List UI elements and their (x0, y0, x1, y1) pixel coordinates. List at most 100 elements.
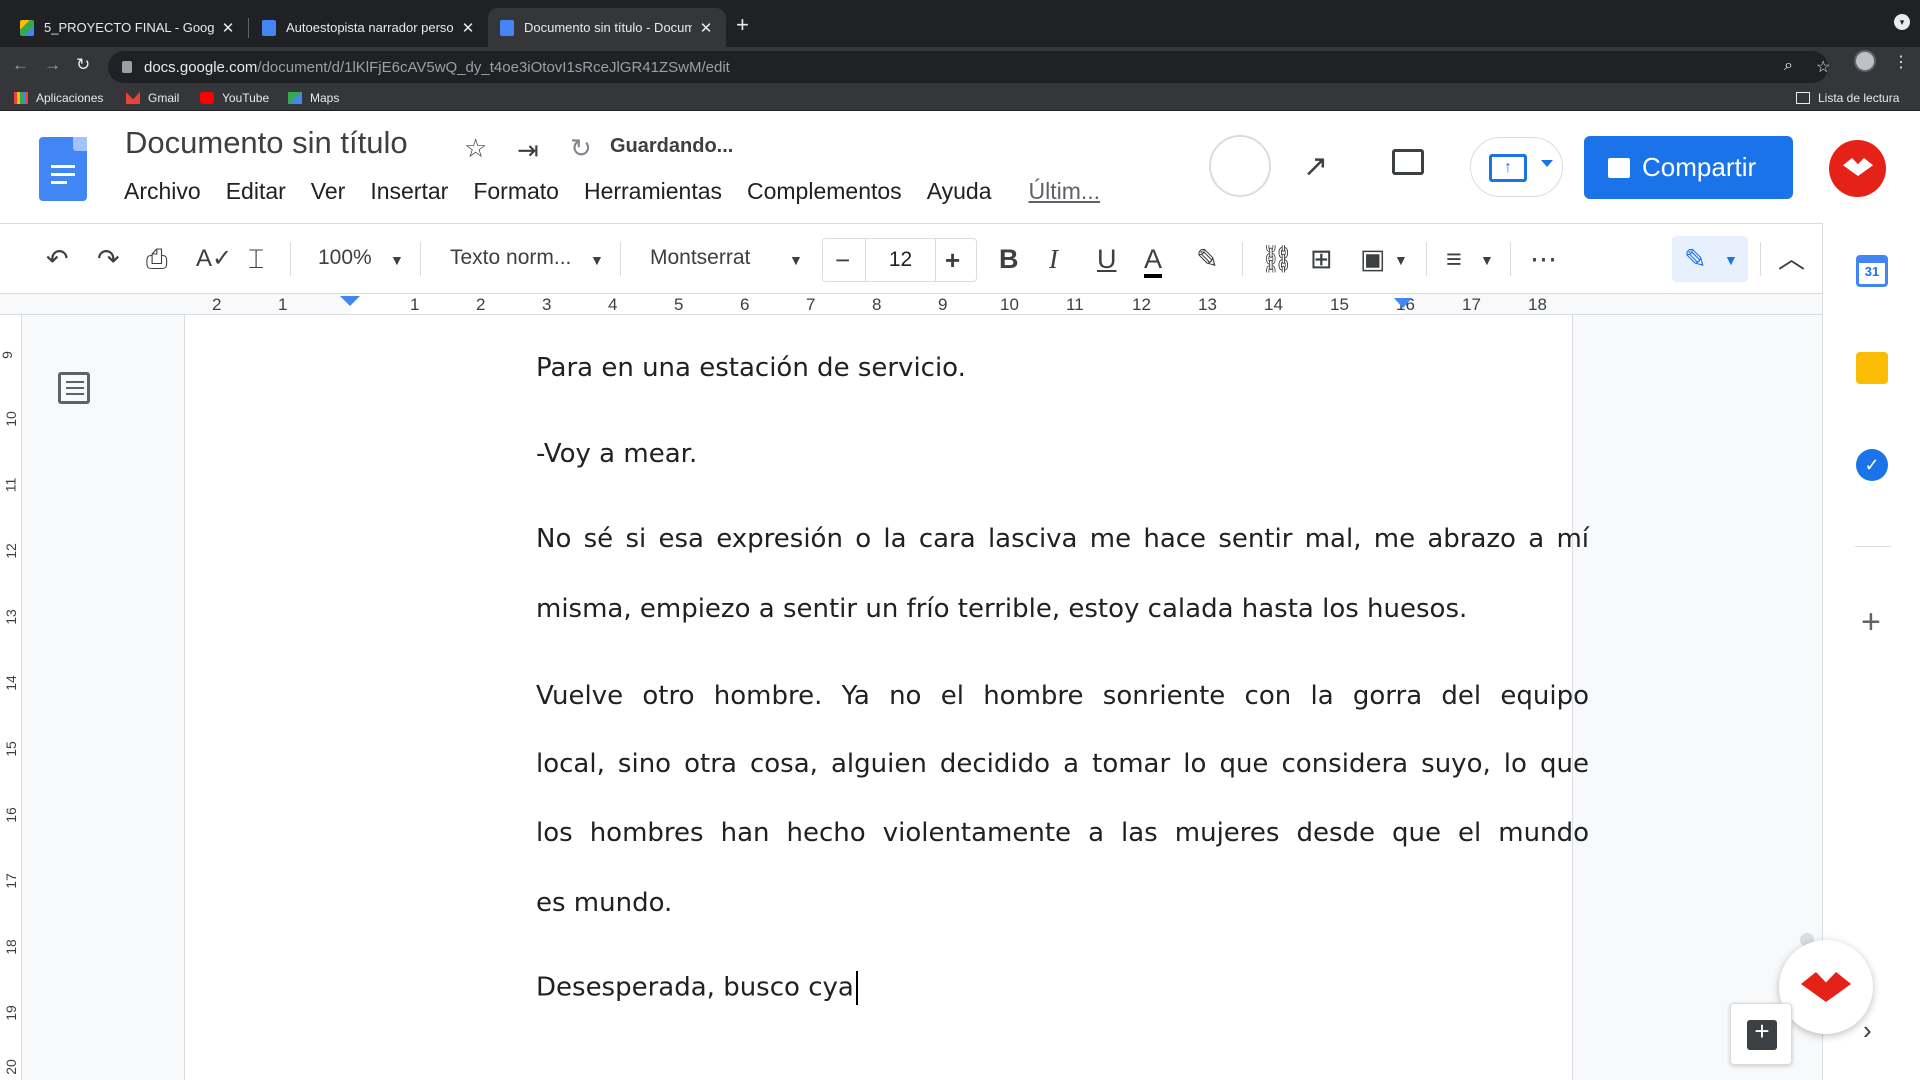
star-icon[interactable]: ☆ (464, 133, 487, 164)
italic-icon[interactable]: I (1049, 244, 1058, 274)
chevron-down-icon[interactable]: ▼ (390, 252, 404, 268)
undo-icon[interactable]: ↶ (46, 244, 69, 274)
highlight-icon[interactable]: ✎ (1196, 244, 1219, 274)
chevron-down-icon[interactable]: ▼ (1394, 252, 1408, 268)
menu-ayuda[interactable]: Ayuda (927, 178, 992, 205)
ruler-number: 17 (1462, 295, 1481, 314)
bookmark-apps[interactable]: Aplicaciones (14, 91, 103, 105)
ruler-number: 6 (740, 295, 750, 314)
paragraph[interactable]: misma, empiezo a sentir un frío terrible… (536, 594, 1589, 624)
meeting-chat-button[interactable] (1209, 135, 1271, 197)
ruler-number: 2 (212, 295, 222, 314)
tasks-icon[interactable]: ✓ (1856, 449, 1888, 481)
move-folder-icon[interactable]: ⇥ (517, 135, 539, 166)
browser-tab-3-active[interactable]: Documento sin título - Docume ✕ (488, 8, 726, 47)
last-edit-link[interactable]: Últim... (1029, 178, 1101, 205)
menu-herramientas[interactable]: Herramientas (584, 178, 722, 205)
more-options-icon[interactable]: ⋯ (1530, 244, 1557, 274)
print-icon[interactable]: ⎙ (146, 244, 168, 274)
chevron-down-icon: ▼ (1724, 252, 1738, 268)
chevron-up-icon[interactable]: ︿ (1778, 244, 1805, 274)
link-icon[interactable]: ⛓ (1260, 244, 1294, 274)
chevron-down-icon[interactable]: ▼ (789, 252, 803, 268)
ruler-number: 20 (2, 1059, 19, 1075)
paragraph[interactable]: Vuelve otro hombre. Ya no el hombre sonr… (536, 681, 1589, 711)
increase-font-icon[interactable]: + (945, 245, 960, 276)
font-select[interactable]: Montserrat (650, 246, 750, 270)
align-icon[interactable]: ≡ (1446, 244, 1462, 274)
menu-formato[interactable]: Formato (473, 178, 559, 205)
edit-toolbar: ↶ ↷ ⎙ A✓ ⌶ 100% ▼ Texto norm... ▼ Montse… (0, 223, 1822, 293)
new-tab-icon[interactable]: + (736, 12, 749, 38)
browser-profile-avatar[interactable] (1854, 50, 1876, 72)
chevron-down-icon[interactable]: ▼ (1480, 252, 1494, 268)
zoom-select[interactable]: 100% (318, 246, 372, 270)
ruler-number: 2 (476, 295, 486, 314)
paragraph[interactable]: local, sino otra cosa, alguien decidido … (536, 749, 1589, 779)
vertical-ruler[interactable]: 9 10 11 12 13 14 15 16 17 18 19 20 (0, 315, 22, 1080)
decrease-font-icon[interactable]: − (835, 245, 850, 276)
bookmark-maps[interactable]: Maps (288, 91, 339, 105)
add-addon-icon[interactable]: + (1861, 603, 1881, 642)
floating-extension-logo[interactable] (1779, 940, 1873, 1034)
keep-icon[interactable] (1856, 352, 1888, 384)
menu-ver[interactable]: Ver (311, 178, 346, 205)
menu-complementos[interactable]: Complementos (747, 178, 902, 205)
menu-insertar[interactable]: Insertar (370, 178, 448, 205)
browser-tab-2[interactable]: Autoestopista narrador person ✕ (250, 8, 488, 47)
editing-mode-button[interactable]: ✎ ▼ (1672, 236, 1748, 282)
browser-menu-icon[interactable]: ⋮ (1893, 52, 1909, 72)
browser-tab-1[interactable]: 5_PROYECTO FINAL - Google ✕ (8, 8, 248, 47)
close-icon[interactable]: ✕ (460, 19, 476, 37)
calendar-icon[interactable]: 31 (1856, 255, 1888, 287)
comments-icon[interactable] (1392, 149, 1424, 175)
document-outline-icon[interactable] (58, 372, 90, 404)
reading-list[interactable]: Lista de lectura (1796, 91, 1899, 105)
ruler-number: 15 (2, 741, 19, 757)
paint-format-icon[interactable]: ⌶ (248, 244, 264, 274)
paragraph[interactable]: los hombres han hecho violentamente a la… (536, 818, 1589, 848)
back-icon[interactable]: ← (12, 55, 29, 75)
underline-icon[interactable]: U (1097, 244, 1117, 274)
present-button[interactable]: ↑ (1470, 137, 1563, 197)
close-icon[interactable]: ✕ (698, 19, 714, 37)
paragraph[interactable]: No sé si esa expresión o la cara lasciva… (536, 524, 1589, 554)
activity-dashboard-icon[interactable]: ↗ (1303, 149, 1328, 184)
docs-logo-icon[interactable] (39, 137, 87, 201)
address-bar[interactable]: docs.google.com /document/d/1lKlFjE6cAV5… (108, 51, 1828, 83)
tab-search-icon[interactable]: ▾ (1894, 14, 1910, 30)
style-select[interactable]: Texto norm... (450, 246, 571, 270)
chevron-down-icon[interactable]: ▼ (590, 252, 604, 268)
youtube-icon (200, 92, 214, 104)
image-icon[interactable]: ▣ (1360, 244, 1386, 274)
spellcheck-icon[interactable]: A✓ (196, 244, 232, 274)
font-size-input[interactable]: 12 (865, 238, 936, 282)
bookmark-gmail[interactable]: Gmail (126, 91, 179, 105)
account-avatar[interactable] (1829, 140, 1886, 197)
paragraph[interactable]: Para en una estación de servicio. (536, 353, 1589, 383)
document-page[interactable]: Para en una estación de servicio. -Voy a… (184, 315, 1589, 1080)
bookmark-label: Gmail (148, 91, 180, 105)
zoom-icon[interactable]: ⌕ (1784, 57, 1793, 75)
document-title[interactable]: Documento sin título (125, 125, 408, 161)
menu-archivo[interactable]: Archivo (124, 178, 201, 205)
chevron-right-icon[interactable]: › (1863, 1015, 1872, 1046)
bookmark-star-icon[interactable]: ☆ (1816, 57, 1830, 77)
reload-icon[interactable]: ↻ (76, 55, 90, 75)
close-icon[interactable]: ✕ (220, 19, 236, 37)
paragraph[interactable]: es mundo. (536, 888, 1589, 918)
bookmark-youtube[interactable]: YouTube (200, 91, 269, 105)
ruler-number: 14 (1264, 295, 1283, 314)
menu-editar[interactable]: Editar (226, 178, 286, 205)
redo-icon[interactable]: ↷ (97, 244, 120, 274)
forward-icon[interactable]: → (44, 55, 61, 75)
paragraph[interactable]: -Voy a mear. (536, 439, 1589, 469)
explore-button[interactable] (1730, 1003, 1792, 1065)
add-comment-icon[interactable]: ⊞ (1310, 244, 1333, 274)
share-button[interactable]: Compartir (1584, 136, 1793, 199)
text-color-icon[interactable]: A (1144, 244, 1163, 278)
bold-icon[interactable]: B (999, 244, 1019, 274)
paragraph-current[interactable]: Desesperada, busco cya (536, 971, 1589, 1005)
horizontal-ruler[interactable]: 2 1 1 2 3 4 5 6 7 8 9 10 11 12 13 14 15 … (0, 293, 1822, 315)
browser-tabstrip: 5_PROYECTO FINAL - Google ✕ Autoestopist… (0, 0, 1920, 47)
